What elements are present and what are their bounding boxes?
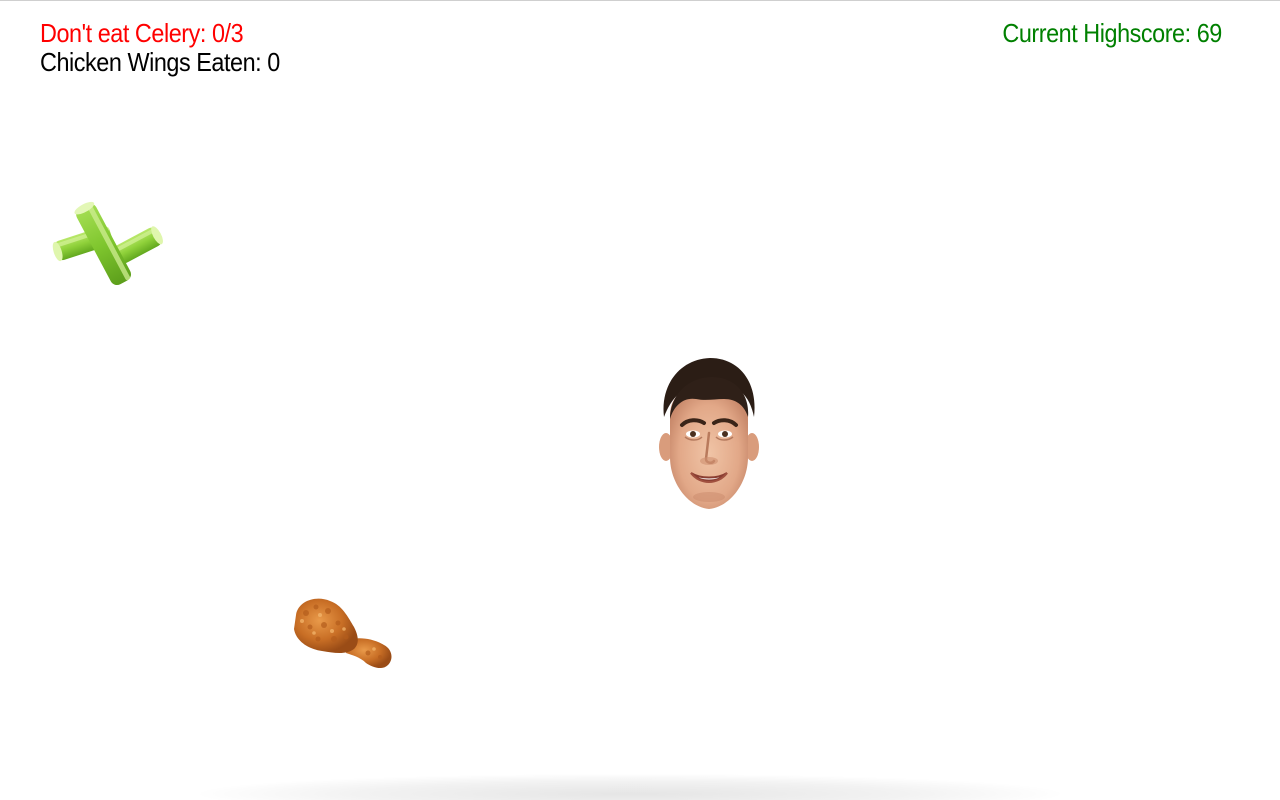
celery-sprite xyxy=(52,201,163,286)
highscore-display: Current Highscore: 69 xyxy=(1002,18,1223,48)
chicken-drumstick-sprite xyxy=(294,598,392,669)
wings-counter: Chicken Wings Eaten: 0 xyxy=(40,47,280,77)
player-face[interactable] xyxy=(658,355,760,513)
bottom-shadow xyxy=(200,774,1060,800)
celery-counter: Don't eat Celery: 0/3 xyxy=(40,18,244,48)
game-canvas[interactable]: Don't eat Celery: 0/3 Chicken Wings Eate… xyxy=(0,0,1280,800)
